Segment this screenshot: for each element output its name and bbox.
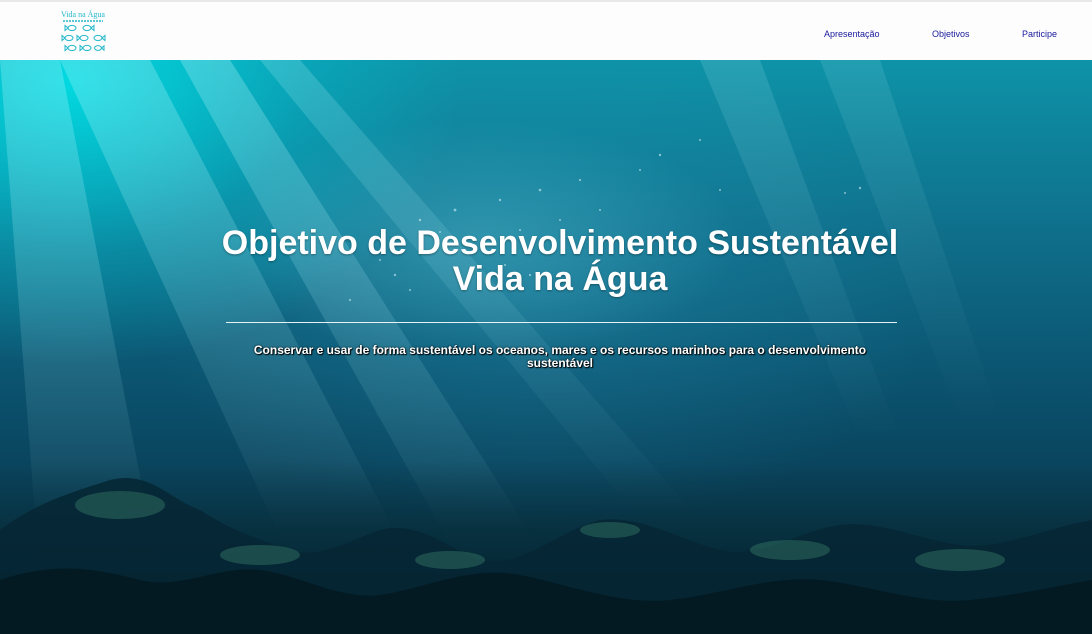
hero-divider bbox=[226, 322, 897, 323]
hero-subtitle: Conservar e usar de forma sustentável os… bbox=[253, 343, 867, 370]
nav-link-objetivos[interactable]: Objetivos bbox=[932, 29, 970, 39]
site-logo[interactable]: Vida na Água bbox=[58, 10, 108, 58]
navbar: Vida na Água Apresentação Objetivos Part… bbox=[0, 0, 1092, 60]
fish-logo-icon bbox=[61, 20, 106, 52]
hero-title: Objetivo de Desenvolvimento Sustentável … bbox=[0, 225, 1092, 297]
hero-title-line1: Objetivo de Desenvolvimento Sustentável bbox=[221, 224, 899, 262]
nav-link-apresentacao[interactable]: Apresentação bbox=[824, 29, 880, 39]
hero-section: Objetivo de Desenvolvimento Sustentável … bbox=[0, 60, 1092, 634]
nav-link-participe[interactable]: Participe bbox=[1022, 29, 1057, 39]
hero-title-line2: Vida na Água bbox=[452, 260, 668, 298]
